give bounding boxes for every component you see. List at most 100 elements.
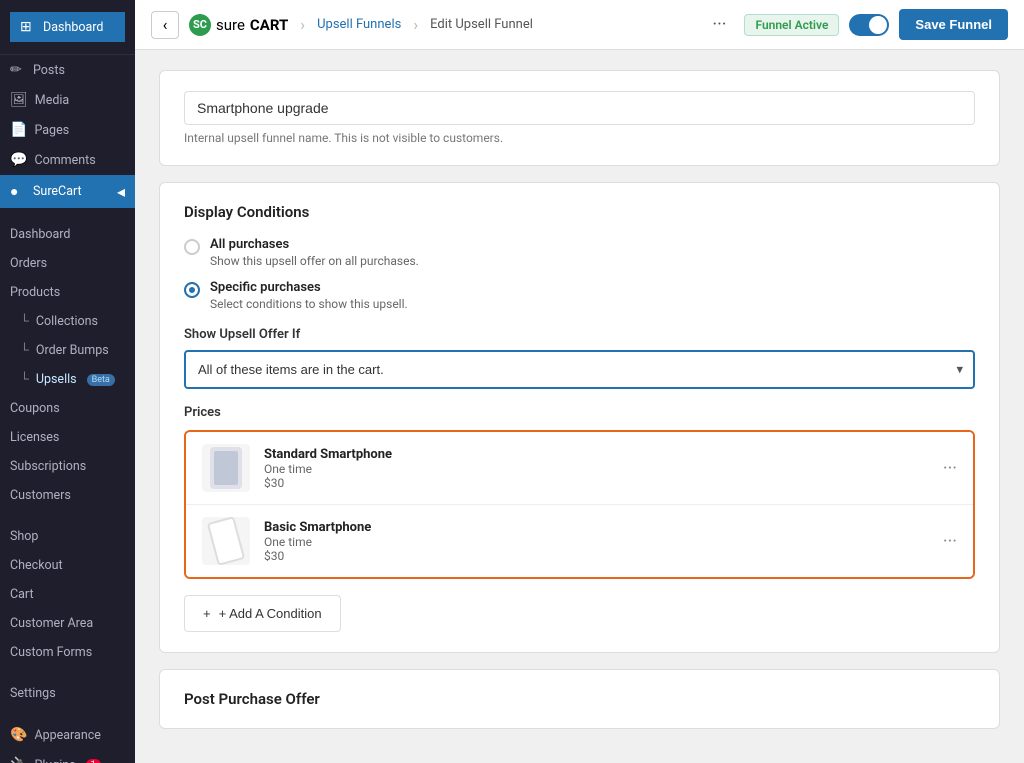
main-area: ‹ SC sureCART › Upsell Funnels › Edit Up… — [135, 0, 1024, 763]
show-upsell-select-wrapper: All of these items are in the cart. ▾ — [184, 350, 975, 389]
plugins-icon: 🔌 — [10, 757, 27, 763]
sidebar-item-label: Dashboard — [43, 20, 103, 35]
radio-all-desc: Show this upsell offer on all purchases. — [210, 254, 419, 268]
dashboard-icon: ⊞ — [20, 19, 36, 35]
sc-logo-circle: SC — [189, 14, 211, 36]
sidebar-item-label: Collections — [36, 314, 98, 329]
radio-all-purchases[interactable]: All purchases Show this upsell offer on … — [184, 237, 975, 268]
comments-icon: 💬 — [10, 152, 27, 168]
breadcrumb-upsell-funnels[interactable]: Upsell Funnels — [317, 17, 401, 32]
sidebar-item-checkout[interactable]: Checkout — [0, 551, 135, 580]
breadcrumb-sep-1: › — [300, 15, 305, 34]
sidebar-item-label: Subscriptions — [10, 459, 86, 474]
save-funnel-button[interactable]: Save Funnel — [899, 9, 1008, 40]
sidebar: ⊞ Dashboard ✏ Posts 🖼 Media 📄 Pages 💬 Co… — [0, 0, 135, 763]
breadcrumb-sep-2: › — [413, 15, 418, 34]
surecart-icon: ● — [10, 183, 26, 200]
prices-label: Prices — [184, 405, 975, 420]
price-item-basic: Basic Smartphone One time $30 ··· — [186, 505, 973, 577]
sidebar-item-label: Media — [35, 93, 69, 108]
sidebar-item-label: Custom Forms — [10, 645, 92, 660]
sidebar-item-label: Shop — [10, 529, 38, 544]
sidebar-item-collections[interactable]: └ Collections — [0, 307, 135, 336]
sidebar-item-licenses[interactable]: Licenses — [0, 423, 135, 452]
sidebar-item-subscriptions[interactable]: Subscriptions — [0, 452, 135, 481]
price-type-basic: One time — [264, 535, 929, 549]
sidebar-item-label: Dashboard — [10, 227, 70, 242]
radio-specific-text: Specific purchases Select conditions to … — [210, 280, 408, 311]
price-dots-standard[interactable]: ··· — [943, 458, 957, 479]
radio-specific-label: Specific purchases — [210, 280, 408, 295]
display-conditions-title: Display Conditions — [184, 203, 975, 221]
sidebar-item-label: Orders — [10, 256, 47, 271]
more-options-button[interactable]: ··· — [712, 14, 726, 35]
price-dots-basic[interactable]: ··· — [943, 531, 957, 552]
funnel-status-badge: Funnel Active — [744, 14, 839, 36]
sidebar-item-surecart[interactable]: ● SureCart ◂ — [0, 175, 135, 208]
surecart-logo: SC sure CART — [189, 14, 288, 36]
sidebar-item-label: Checkout — [10, 558, 63, 573]
content-area: Internal upsell funnel name. This is not… — [135, 50, 1024, 763]
funnel-active-toggle[interactable] — [849, 14, 889, 36]
sidebar-item-plugins[interactable]: 🔌 Plugins 1 — [0, 750, 135, 763]
media-icon: 🖼 — [10, 92, 28, 108]
logo-sure: sure — [216, 16, 245, 34]
sidebar-item-shop[interactable]: Shop — [0, 522, 135, 551]
radio-all-text: All purchases Show this upsell offer on … — [210, 237, 419, 268]
price-amount-basic: $30 — [264, 549, 929, 563]
pages-icon: 📄 — [10, 122, 27, 138]
sidebar-item-label: Pages — [34, 123, 69, 138]
add-condition-label: + Add A Condition — [219, 606, 322, 621]
sidebar-item-customers[interactable]: Customers — [0, 481, 135, 510]
sidebar-item-posts[interactable]: ✏ Posts — [0, 55, 135, 85]
sidebar-item-media[interactable]: 🖼 Media — [0, 85, 135, 115]
sidebar-item-label: Appearance — [34, 728, 101, 743]
show-upsell-select[interactable]: All of these items are in the cart. — [184, 350, 975, 389]
sidebar-item-comments[interactable]: 💬 Comments — [0, 145, 135, 175]
display-conditions-card: Display Conditions All purchases Show th… — [159, 182, 1000, 653]
topbar: ‹ SC sureCART › Upsell Funnels › Edit Up… — [135, 0, 1024, 50]
price-info-standard: Standard Smartphone One time $30 — [264, 447, 929, 490]
sidebar-item-order-bumps[interactable]: └ Order Bumps — [0, 336, 135, 365]
sidebar-item-orders[interactable]: Orders — [0, 249, 135, 278]
sidebar-item-customer-area[interactable]: Customer Area — [0, 609, 135, 638]
beta-badge: Beta — [87, 374, 115, 386]
sidebar-item-custom-forms[interactable]: Custom Forms — [0, 638, 135, 667]
sidebar-item-settings[interactable]: Settings — [0, 679, 135, 708]
sidebar-item-upsells[interactable]: └ Upsells Beta — [0, 365, 135, 394]
sidebar-item-label: Cart — [10, 587, 34, 602]
add-condition-button[interactable]: + + Add A Condition — [184, 595, 341, 632]
funnel-name-card: Internal upsell funnel name. This is not… — [159, 70, 1000, 166]
sidebar-item-label: Settings — [10, 686, 56, 701]
sidebar-item-dashboard-top[interactable]: ⊞ Dashboard — [10, 12, 125, 42]
sidebar-item-coupons[interactable]: Coupons — [0, 394, 135, 423]
back-arrow-icon: ‹ — [163, 15, 168, 34]
sidebar-item-label: Comments — [34, 153, 95, 168]
show-upsell-label: Show Upsell Offer If — [184, 327, 975, 342]
sidebar-item-dashboard[interactable]: Dashboard — [0, 220, 135, 249]
price-thumb-standard — [202, 444, 250, 492]
standard-phone-image — [210, 447, 242, 489]
sidebar-item-cart[interactable]: Cart — [0, 580, 135, 609]
sidebar-item-appearance[interactable]: 🎨 Appearance — [0, 720, 135, 750]
logo-cart: CART — [250, 16, 288, 34]
radio-specific-desc: Select conditions to show this upsell. — [210, 297, 408, 311]
sidebar-item-pages[interactable]: 📄 Pages — [0, 115, 135, 145]
price-info-basic: Basic Smartphone One time $30 — [264, 520, 929, 563]
sidebar-item-label: Products — [10, 285, 60, 300]
posts-icon: ✏ — [10, 62, 26, 78]
radio-specific-purchases[interactable]: Specific purchases Select conditions to … — [184, 280, 975, 311]
back-button[interactable]: ‹ — [151, 11, 179, 39]
funnel-name-input[interactable] — [184, 91, 975, 125]
prices-box: Standard Smartphone One time $30 ··· Bas… — [184, 430, 975, 579]
sidebar-item-label: Posts — [33, 63, 65, 78]
sidebar-item-label: Order Bumps — [36, 343, 109, 358]
sidebar-item-label: Coupons — [10, 401, 60, 416]
sidebar-top: ⊞ Dashboard — [0, 0, 135, 55]
sidebar-item-products[interactable]: Products — [0, 278, 135, 307]
plus-icon: + — [203, 606, 211, 621]
price-type-standard: One time — [264, 462, 929, 476]
basic-phone-image — [207, 517, 245, 565]
post-purchase-title: Post Purchase Offer — [184, 690, 975, 708]
appearance-icon: 🎨 — [10, 727, 27, 743]
